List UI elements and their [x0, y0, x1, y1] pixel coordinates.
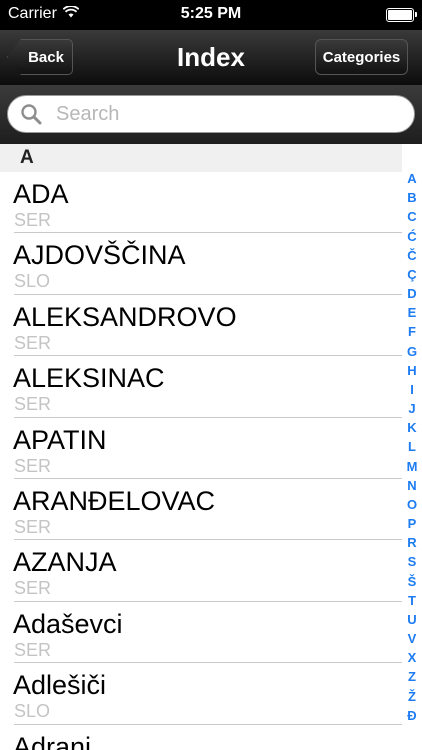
search-input[interactable]: [56, 102, 376, 126]
index-letter[interactable]: F: [408, 325, 416, 338]
item-country: SER: [14, 516, 52, 537]
index-letter[interactable]: Z: [408, 670, 416, 683]
index-letter[interactable]: V: [408, 632, 417, 645]
item-name: AJDOVŠČINA: [13, 240, 186, 271]
item-name: Adaševci: [13, 608, 123, 639]
index-letter[interactable]: B: [407, 191, 416, 204]
item-name: AZANJA: [13, 547, 117, 578]
index-letter[interactable]: Ž: [408, 690, 416, 703]
index-letter[interactable]: G: [407, 345, 417, 358]
list-item[interactable]: Adlešiči SLO: [0, 663, 402, 725]
item-country: SER: [14, 332, 52, 353]
item-name: Adlešiči: [13, 670, 107, 701]
list-item[interactable]: ALEKSANDROVO SER: [0, 295, 402, 357]
index-letter[interactable]: L: [408, 440, 416, 453]
item-country: SLO: [14, 701, 51, 722]
city-list[interactable]: ADA SER AJDOVŠČINA SLO ALEKSANDROVO SER …: [0, 172, 402, 750]
item-country: SER: [14, 639, 52, 660]
list-item[interactable]: APATIN SER: [0, 418, 402, 479]
item-country: SER: [14, 455, 52, 476]
section-index[interactable]: ABCĆČÇDEFGHIJKLMNOPRSŠTUVXZŽĐ: [402, 172, 422, 722]
index-letter[interactable]: R: [407, 536, 416, 549]
index-letter[interactable]: S: [408, 555, 417, 568]
list-item[interactable]: AZANJA SER: [0, 540, 402, 602]
index-letter[interactable]: N: [407, 479, 416, 492]
index-letter[interactable]: I: [410, 383, 414, 396]
item-country: SER: [14, 578, 52, 599]
index-letter[interactable]: M: [407, 460, 418, 473]
index-letter[interactable]: D: [407, 287, 416, 300]
item-country: SER: [14, 394, 52, 415]
index-letter[interactable]: E: [408, 306, 417, 319]
status-time: 5:25 PM: [180, 5, 242, 22]
search-icon: [20, 103, 42, 125]
item-name: ALEKSANDROVO: [13, 301, 237, 332]
status-bar: Carrier 5:25 PM: [0, 0, 422, 30]
index-letter[interactable]: Č: [407, 249, 416, 262]
categories-button[interactable]: Categories: [315, 39, 408, 75]
item-country: SER: [14, 210, 52, 230]
search-field[interactable]: [7, 95, 415, 133]
section-header: A: [0, 144, 402, 172]
item-name: ALEKSINAC: [13, 363, 165, 394]
index-letter[interactable]: Đ: [407, 709, 416, 722]
index-letter[interactable]: P: [408, 517, 417, 530]
index-letter[interactable]: A: [407, 172, 416, 185]
search-bar: [0, 85, 422, 144]
list-item[interactable]: Adaševci SER: [0, 602, 402, 664]
item-country: SLO: [14, 271, 51, 292]
index-letter[interactable]: X: [408, 651, 417, 664]
battery-icon: [386, 8, 417, 22]
index-letter[interactable]: T: [408, 594, 416, 607]
index-letter[interactable]: Ć: [407, 230, 416, 243]
list-item[interactable]: ALEKSINAC SER: [0, 356, 402, 418]
item-name: APATIN: [13, 424, 107, 455]
item-name: Adrani: [13, 731, 92, 750]
index-letter[interactable]: Š: [408, 575, 417, 588]
index-letter[interactable]: K: [407, 421, 416, 434]
index-letter[interactable]: J: [408, 402, 415, 415]
list-item[interactable]: ARANĐELOVAC SER: [0, 479, 402, 541]
item-name: ARANĐELOVAC: [13, 485, 216, 516]
index-letter[interactable]: H: [407, 364, 416, 377]
item-name: ADA: [13, 179, 69, 209]
index-letter[interactable]: U: [407, 613, 416, 626]
list-item[interactable]: Adrani: [0, 725, 402, 750]
navigation-bar: Back Index Categories: [0, 30, 422, 85]
list-item[interactable]: ADA SER: [0, 172, 402, 234]
index-letter[interactable]: Ç: [407, 268, 416, 281]
list-item[interactable]: AJDOVŠČINA SLO: [0, 233, 402, 295]
index-letter[interactable]: O: [407, 498, 417, 511]
index-letter[interactable]: C: [407, 210, 416, 223]
